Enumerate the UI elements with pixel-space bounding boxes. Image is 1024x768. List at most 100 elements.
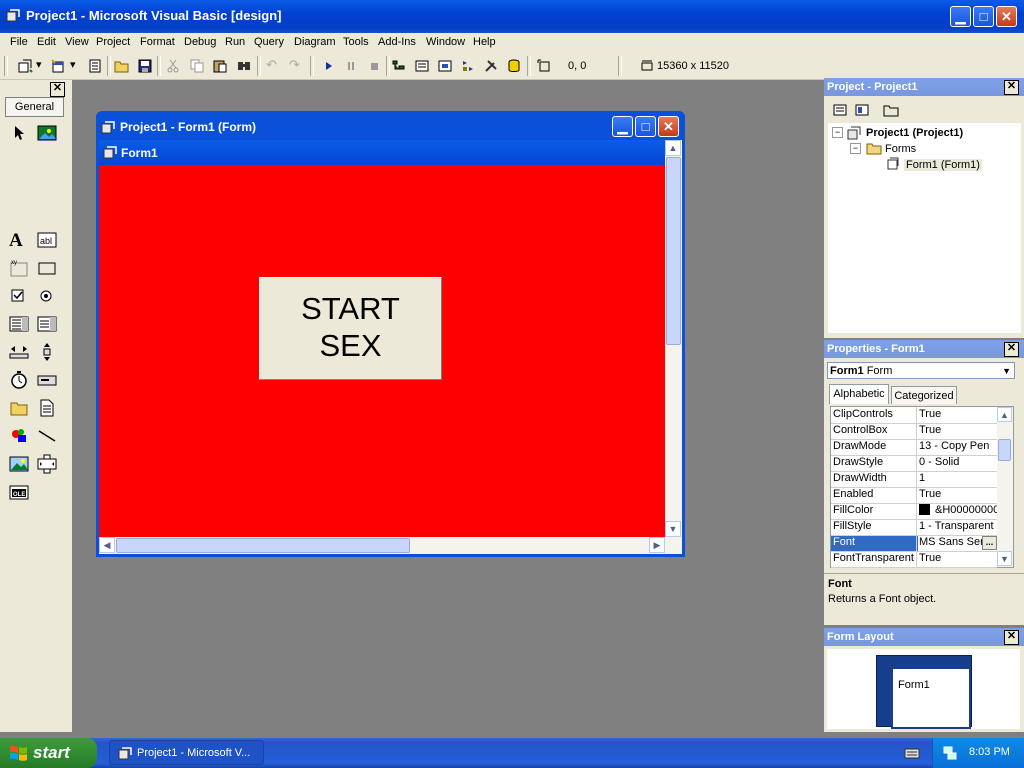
form-close-button[interactable]: ✕ <box>658 116 679 137</box>
start-sex-button[interactable]: START SEX <box>259 277 442 380</box>
start-button[interactable]: start <box>0 738 97 768</box>
menu-file[interactable]: File <box>10 36 28 48</box>
dirlistbox-tool-icon[interactable] <box>9 398 29 418</box>
timer-tool-icon[interactable] <box>9 370 29 390</box>
menu-diagram[interactable]: Diagram <box>294 36 336 48</box>
dropdown-arrow-icon[interactable]: ▾ <box>36 58 42 71</box>
scroll-down-button[interactable]: ▼ <box>997 551 1012 566</box>
taskbar-item-vb[interactable]: Project1 - Microsoft V... <box>109 740 264 765</box>
view-object-icon[interactable] <box>854 102 870 118</box>
vertical-scroll-thumb[interactable] <box>666 157 681 345</box>
property-row[interactable]: DrawMode 13 - Copy Pen <box>831 439 997 456</box>
menu-format[interactable]: Format <box>140 36 175 48</box>
maximize-button[interactable]: □ <box>973 6 994 27</box>
project-explorer-close-button[interactable]: ✕ <box>1004 80 1019 95</box>
close-button[interactable]: ✕ <box>996 6 1017 27</box>
picturebox-tool-icon[interactable] <box>37 123 57 143</box>
menu-editor-icon[interactable] <box>87 58 103 74</box>
properties-close-button[interactable]: ✕ <box>1004 342 1019 357</box>
form1-canvas[interactable]: START SEX <box>99 165 665 537</box>
property-value[interactable]: 1 - Transparent <box>919 520 997 535</box>
menu-debug[interactable]: Debug <box>184 36 216 48</box>
toggle-folders-icon[interactable] <box>883 102 899 118</box>
ole-tool-icon[interactable]: OLE <box>9 482 29 502</box>
drivelistbox-tool-icon[interactable] <box>37 370 57 390</box>
property-value[interactable]: 0 - Solid <box>919 456 997 471</box>
main-title-bar[interactable]: Project1 - Microsoft Visual Basic [desig… <box>0 0 1024 33</box>
end-icon[interactable] <box>366 58 382 74</box>
properties-scroll-thumb[interactable] <box>998 439 1011 461</box>
tab-alphabetic[interactable]: Alphabetic <box>829 384 889 404</box>
checkbox-tool-icon[interactable] <box>9 286 29 306</box>
property-value[interactable]: True <box>919 408 997 423</box>
menu-view[interactable]: View <box>65 36 89 48</box>
menu-project[interactable]: Project <box>96 36 130 48</box>
scroll-right-button[interactable]: ▶ <box>649 537 665 553</box>
tree-collapse-icon[interactable]: − <box>850 143 861 154</box>
form-layout-close-button[interactable]: ✕ <box>1004 630 1019 645</box>
ellipsis-button[interactable]: ... <box>982 536 997 550</box>
form1-caption-bar[interactable]: Form1 <box>99 140 665 165</box>
line-tool-icon[interactable] <box>37 426 57 446</box>
menu-run[interactable]: Run <box>225 36 245 48</box>
network-icon[interactable] <box>942 745 958 761</box>
tree-project-root[interactable]: Project1 (Project1) <box>866 127 963 139</box>
property-row[interactable]: FontTransparent True <box>831 551 997 568</box>
object-selector[interactable]: Form1 Form ▼ <box>827 362 1015 379</box>
menu-tools[interactable]: Tools <box>343 36 369 48</box>
form-layout-form1[interactable]: Form1 <box>891 665 971 729</box>
commandbutton-tool-icon[interactable] <box>37 258 57 278</box>
form-layout-icon[interactable] <box>437 58 453 74</box>
tab-categorized[interactable]: Categorized <box>891 386 957 404</box>
properties-window-icon[interactable] <box>414 58 430 74</box>
tree-form1-item[interactable]: Form1 (Form1) <box>904 159 982 171</box>
combobox-tool-icon[interactable] <box>9 314 29 334</box>
property-row[interactable]: ControlBox True <box>831 423 997 440</box>
undo-icon[interactable]: ↶ <box>266 57 277 73</box>
form-minimize-button[interactable]: ▁ <box>612 116 633 137</box>
menu-help[interactable]: Help <box>473 36 496 48</box>
copy-icon[interactable] <box>189 58 205 74</box>
property-row[interactable]: DrawStyle 0 - Solid <box>831 455 997 472</box>
toolbox-close-button[interactable]: ✕ <box>50 82 65 97</box>
vscrollbar-tool-icon[interactable] <box>37 342 57 362</box>
property-row[interactable]: FillStyle 1 - Transparent <box>831 519 997 536</box>
tree-forms-folder[interactable]: Forms <box>885 143 916 155</box>
data-view-icon[interactable] <box>506 58 522 74</box>
horizontal-scrollbar[interactable]: ◀ ▶ <box>99 537 682 554</box>
view-code-icon[interactable] <box>832 102 848 118</box>
object-browser-icon[interactable] <box>460 58 476 74</box>
minimize-button[interactable]: ▁ <box>950 6 971 27</box>
property-value[interactable]: True <box>919 488 997 503</box>
property-value[interactable]: 1 <box>919 472 997 487</box>
add-form-icon[interactable] <box>50 58 66 74</box>
toolbox-icon[interactable] <box>483 58 499 74</box>
project-explorer-icon[interactable] <box>391 58 407 74</box>
form-maximize-button[interactable]: □ <box>635 116 656 137</box>
add-project-icon[interactable] <box>17 58 33 74</box>
property-value[interactable]: &H00000000 <box>919 504 997 519</box>
menu-edit[interactable]: Edit <box>37 36 56 48</box>
hscrollbar-tool-icon[interactable] <box>9 342 29 362</box>
optionbutton-tool-icon[interactable] <box>37 286 57 306</box>
scroll-up-button[interactable]: ▲ <box>665 140 681 156</box>
horizontal-scroll-thumb[interactable] <box>116 538 410 553</box>
data-tool-icon[interactable] <box>37 454 57 474</box>
frame-tool-icon[interactable]: xy <box>9 258 29 278</box>
pointer-tool-icon[interactable] <box>9 123 29 143</box>
property-row[interactable]: FillColor &H00000000 <box>831 503 997 520</box>
menu-window[interactable]: Window <box>426 36 465 48</box>
property-value[interactable]: MS Sans Ser... <box>919 536 997 551</box>
paste-icon[interactable] <box>212 58 228 74</box>
image-tool-icon[interactable] <box>9 454 29 474</box>
redo-icon[interactable]: ↷ <box>289 57 300 73</box>
scroll-up-button[interactable]: ▲ <box>997 407 1012 422</box>
filelistbox-tool-icon[interactable] <box>37 398 57 418</box>
property-row[interactable]: Enabled True <box>831 487 997 504</box>
toolbox-tab-general[interactable]: General <box>5 97 64 117</box>
chevron-down-icon[interactable]: ▼ <box>1002 363 1011 379</box>
property-value[interactable]: True <box>919 552 997 567</box>
form-designer-window[interactable]: Project1 - Form1 (Form) ▁ □ ✕ Form1 STAR… <box>96 111 685 557</box>
property-row[interactable]: Font MS Sans Ser... <box>831 535 997 552</box>
property-value[interactable]: True <box>919 424 997 439</box>
